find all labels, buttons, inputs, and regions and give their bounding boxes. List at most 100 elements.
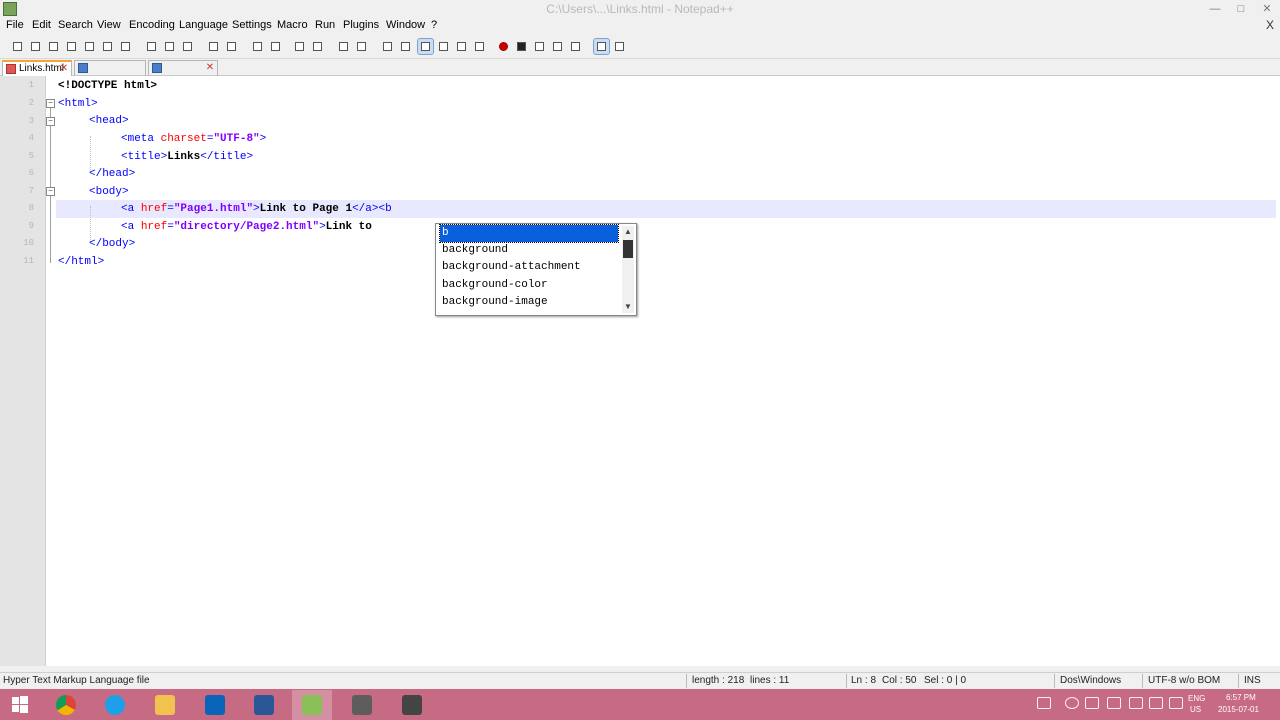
scroll-up-icon[interactable]: ▲ [622, 226, 634, 238]
minimize-button[interactable]: — [1202, 0, 1228, 18]
document-map-icon[interactable] [454, 39, 469, 54]
status-length: length : 218 [692, 675, 745, 686]
app-8-icon[interactable] [392, 690, 432, 720]
volume-icon[interactable] [1169, 697, 1183, 709]
user-defined-language-icon[interactable] [436, 39, 451, 54]
save-macro-icon[interactable] [568, 39, 583, 54]
run-macro-multiple-icon[interactable] [550, 39, 565, 54]
network-icon[interactable] [1107, 697, 1121, 709]
wifi-icon[interactable] [1149, 697, 1163, 709]
cut-icon[interactable] [144, 39, 159, 54]
tab-document-2[interactable] [74, 60, 146, 76]
paste-icon[interactable] [180, 39, 195, 54]
status-ln: Ln : 8 [851, 675, 877, 686]
code-token: <meta [121, 133, 161, 145]
code-token: charset [160, 133, 207, 145]
line-number: 7 [28, 186, 34, 196]
menu-search[interactable]: Search [58, 19, 93, 31]
tab-links-html[interactable]: Links.html ✕ [2, 60, 72, 76]
show-all-characters-icon[interactable] [398, 39, 413, 54]
toolbar [0, 35, 1280, 59]
save-all-icon[interactable] [64, 39, 79, 54]
zoom-in-icon[interactable] [292, 39, 307, 54]
outlook-icon[interactable] [195, 690, 235, 720]
fold-head-icon[interactable]: − [46, 117, 55, 126]
fold-html-icon[interactable]: − [46, 99, 55, 108]
playback-macro-icon[interactable] [532, 39, 547, 54]
maximize-button[interactable]: □ [1228, 0, 1254, 18]
undo-icon[interactable] [206, 39, 221, 54]
record-macro-icon[interactable] [496, 39, 511, 54]
battery-icon[interactable] [1129, 697, 1143, 709]
save-icon[interactable] [46, 39, 61, 54]
close-window-button[interactable]: ✕ [1254, 0, 1280, 18]
close-file-icon[interactable] [82, 39, 97, 54]
line-number-gutter: 1 2 3 4 5 6 7 8 9 10 11 [0, 76, 46, 666]
word-icon[interactable] [244, 690, 284, 720]
clock-date[interactable]: 2015-07-01 [1218, 705, 1259, 714]
windows-start-icon[interactable] [0, 690, 40, 720]
menu-edit[interactable]: Edit [32, 19, 51, 31]
action-center-icon[interactable] [1085, 697, 1099, 709]
chevron-up-icon[interactable] [1065, 697, 1079, 709]
zoom-out-icon[interactable] [310, 39, 325, 54]
find-icon[interactable] [250, 39, 265, 54]
stop-recording-icon[interactable] [514, 39, 529, 54]
code-token: = [167, 221, 174, 233]
menu-view[interactable]: View [97, 19, 121, 31]
menu-file[interactable]: File [6, 19, 24, 31]
new-file-icon[interactable] [10, 39, 25, 54]
autocomplete-popup[interactable]: b background background-attachment backg… [435, 223, 637, 316]
tab-label: Links.html [19, 63, 65, 74]
close-document-button[interactable]: X [1266, 18, 1274, 32]
autocomplete-item[interactable]: background-image [440, 294, 618, 311]
autocomplete-item[interactable]: background-color [440, 277, 618, 294]
menu-help[interactable]: ? [431, 19, 437, 31]
internet-explorer-icon[interactable] [95, 690, 135, 720]
input-language[interactable]: ENG [1188, 694, 1205, 703]
status-lines: lines : 11 [750, 675, 790, 686]
menu-run[interactable]: Run [315, 19, 335, 31]
file-explorer-icon[interactable] [145, 690, 185, 720]
fold-body-icon[interactable]: − [46, 187, 55, 196]
code-line-8: <a href="Page1.html">Link to Page 1</a><… [121, 200, 392, 218]
copy-icon[interactable] [162, 39, 177, 54]
sync-horizontal-icon[interactable] [354, 39, 369, 54]
code-token: Link to Page 1 [259, 203, 353, 215]
scroll-down-icon[interactable]: ▼ [622, 301, 634, 313]
close-tab-icon[interactable]: ✕ [205, 61, 215, 75]
autocomplete-scrollbar[interactable]: ▲ ▼ [622, 226, 634, 313]
clock-time[interactable]: 6:57 PM [1226, 693, 1256, 702]
plugin-1-icon[interactable] [593, 38, 610, 55]
input-region[interactable]: US [1190, 705, 1201, 714]
open-file-icon[interactable] [28, 39, 43, 54]
plugin-2-icon[interactable] [612, 39, 627, 54]
replace-icon[interactable] [268, 39, 283, 54]
menu-settings[interactable]: Settings [232, 19, 272, 31]
code-editor[interactable]: − − − <!DOCTYPE html> <html> <head> <met… [46, 76, 1280, 666]
autocomplete-item[interactable]: background-attachment [440, 259, 618, 276]
redo-icon[interactable] [224, 39, 239, 54]
scrollbar-thumb[interactable] [623, 240, 633, 258]
indent-guide-icon[interactable] [417, 38, 434, 55]
chrome-icon[interactable] [46, 690, 86, 720]
menu-plugins[interactable]: Plugins [343, 19, 379, 31]
keyboard-icon[interactable] [1037, 697, 1051, 709]
close-tab-icon[interactable]: ✕ [59, 62, 69, 76]
autocomplete-item[interactable]: background [440, 242, 618, 259]
notepad-plus-plus-taskbar-icon[interactable] [292, 690, 332, 720]
menu-macro[interactable]: Macro [277, 19, 308, 31]
title-bar: C:\Users\...\Links.html - Notepad++ — □ … [0, 0, 1280, 18]
close-all-icon[interactable] [100, 39, 115, 54]
menu-encoding[interactable]: Encoding [129, 19, 175, 31]
menu-window[interactable]: Window [386, 19, 425, 31]
code-line-10: </body> [89, 235, 135, 253]
menu-language[interactable]: Language [179, 19, 228, 31]
autocomplete-item[interactable]: b [439, 224, 619, 243]
sync-vertical-icon[interactable] [336, 39, 351, 54]
function-list-icon[interactable] [472, 39, 487, 54]
tab-document-3[interactable]: ✕ [148, 60, 218, 76]
app-7-icon[interactable] [342, 690, 382, 720]
word-wrap-icon[interactable] [380, 39, 395, 54]
print-icon[interactable] [118, 39, 133, 54]
